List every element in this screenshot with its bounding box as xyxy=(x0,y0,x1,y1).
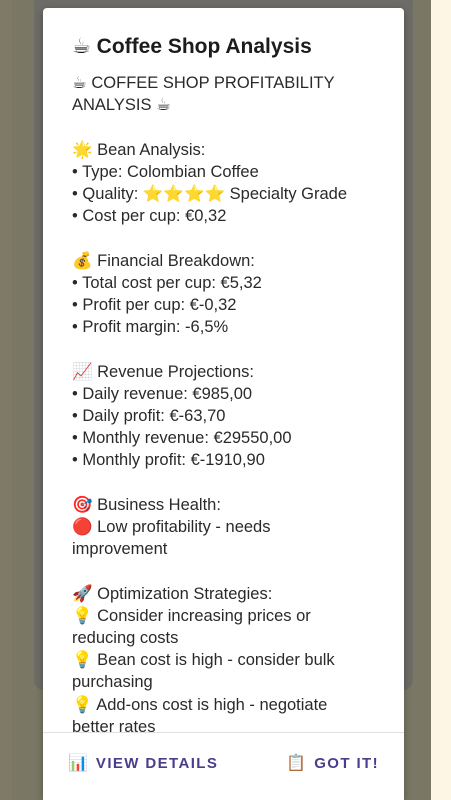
background-left-strip xyxy=(0,0,12,800)
got-it-button[interactable]: 📋 GOT IT! xyxy=(286,753,379,773)
body-line: • Daily profit: €-63,70 xyxy=(72,407,226,425)
analysis-dialog: ☕ Coffee Shop Analysis ☕ COFFEE SHOP PRO… xyxy=(43,8,404,800)
body-line xyxy=(72,560,392,582)
body-line: reducing costs xyxy=(72,629,179,647)
body-line: 💡 Bean cost is high - consider bulk xyxy=(72,651,335,670)
body-line: better rates xyxy=(72,717,156,732)
body-line: • Daily revenue: €985,00 xyxy=(72,384,253,403)
body-line: • Cost per cup: €0,32 xyxy=(72,207,227,226)
dialog-title: ☕ Coffee Shop Analysis xyxy=(72,35,312,58)
body-line: 💡 Consider increasing prices or xyxy=(72,606,311,625)
background-right-strip xyxy=(431,0,451,800)
bar-chart-icon: 📊 xyxy=(68,755,88,772)
view-details-button[interactable]: 📊 VIEW DETAILS xyxy=(68,753,218,773)
screen: ☕ Coffee Shop Analysis ☕ COFFEE SHOP PRO… xyxy=(0,0,451,800)
section-heading-business-health: 🎯 Business Health: xyxy=(72,495,221,514)
body-line: 🔴 Low profitability - needs xyxy=(72,518,271,536)
got-it-label: GOT IT! xyxy=(314,754,379,772)
section-heading-revenue-projections: 📈 Revenue Projections: xyxy=(72,362,254,381)
clipboard-icon: 📋 xyxy=(286,755,307,772)
body-line: • Type: Colombian Coffee xyxy=(72,162,259,181)
dialog-actions: 📊 VIEW DETAILS 📋 GOT IT! xyxy=(43,733,404,800)
dialog-body[interactable]: ☕ COFFEE SHOP PROFITABILITY ANALYSIS ☕ 🌟… xyxy=(72,72,392,732)
body-line: purchasing xyxy=(72,673,153,692)
body-line: ☕ COFFEE SHOP PROFITABILITY xyxy=(72,74,335,92)
body-line xyxy=(72,116,392,138)
body-line xyxy=(72,472,392,494)
view-details-label: VIEW DETAILS xyxy=(95,754,219,772)
body-line: • Profit margin: -6,5% xyxy=(72,318,229,337)
body-line: • Quality: ⭐⭐⭐⭐ Specialty Grade xyxy=(72,185,348,203)
section-heading-bean-analysis: 🌟 Bean Analysis: xyxy=(72,140,206,159)
section-heading-optimization-strategies: 🚀 Optimization Strategies: xyxy=(72,584,273,603)
body-line: • Monthly profit: €-1910,90 xyxy=(72,451,265,470)
body-line: • Profit per cup: €-0,32 xyxy=(72,296,237,314)
body-line: ANALYSIS ☕ xyxy=(72,96,171,115)
section-heading-financial-breakdown: 💰 Financial Breakdown: xyxy=(72,251,255,270)
body-line: 💡 Add-ons cost is high - negotiate xyxy=(72,695,328,714)
body-line xyxy=(72,338,392,360)
body-line: • Monthly revenue: €29550,00 xyxy=(72,429,292,448)
body-line: improvement xyxy=(72,540,168,559)
body-line xyxy=(72,227,392,249)
body-line: • Total cost per cup: €5,32 xyxy=(72,273,262,292)
